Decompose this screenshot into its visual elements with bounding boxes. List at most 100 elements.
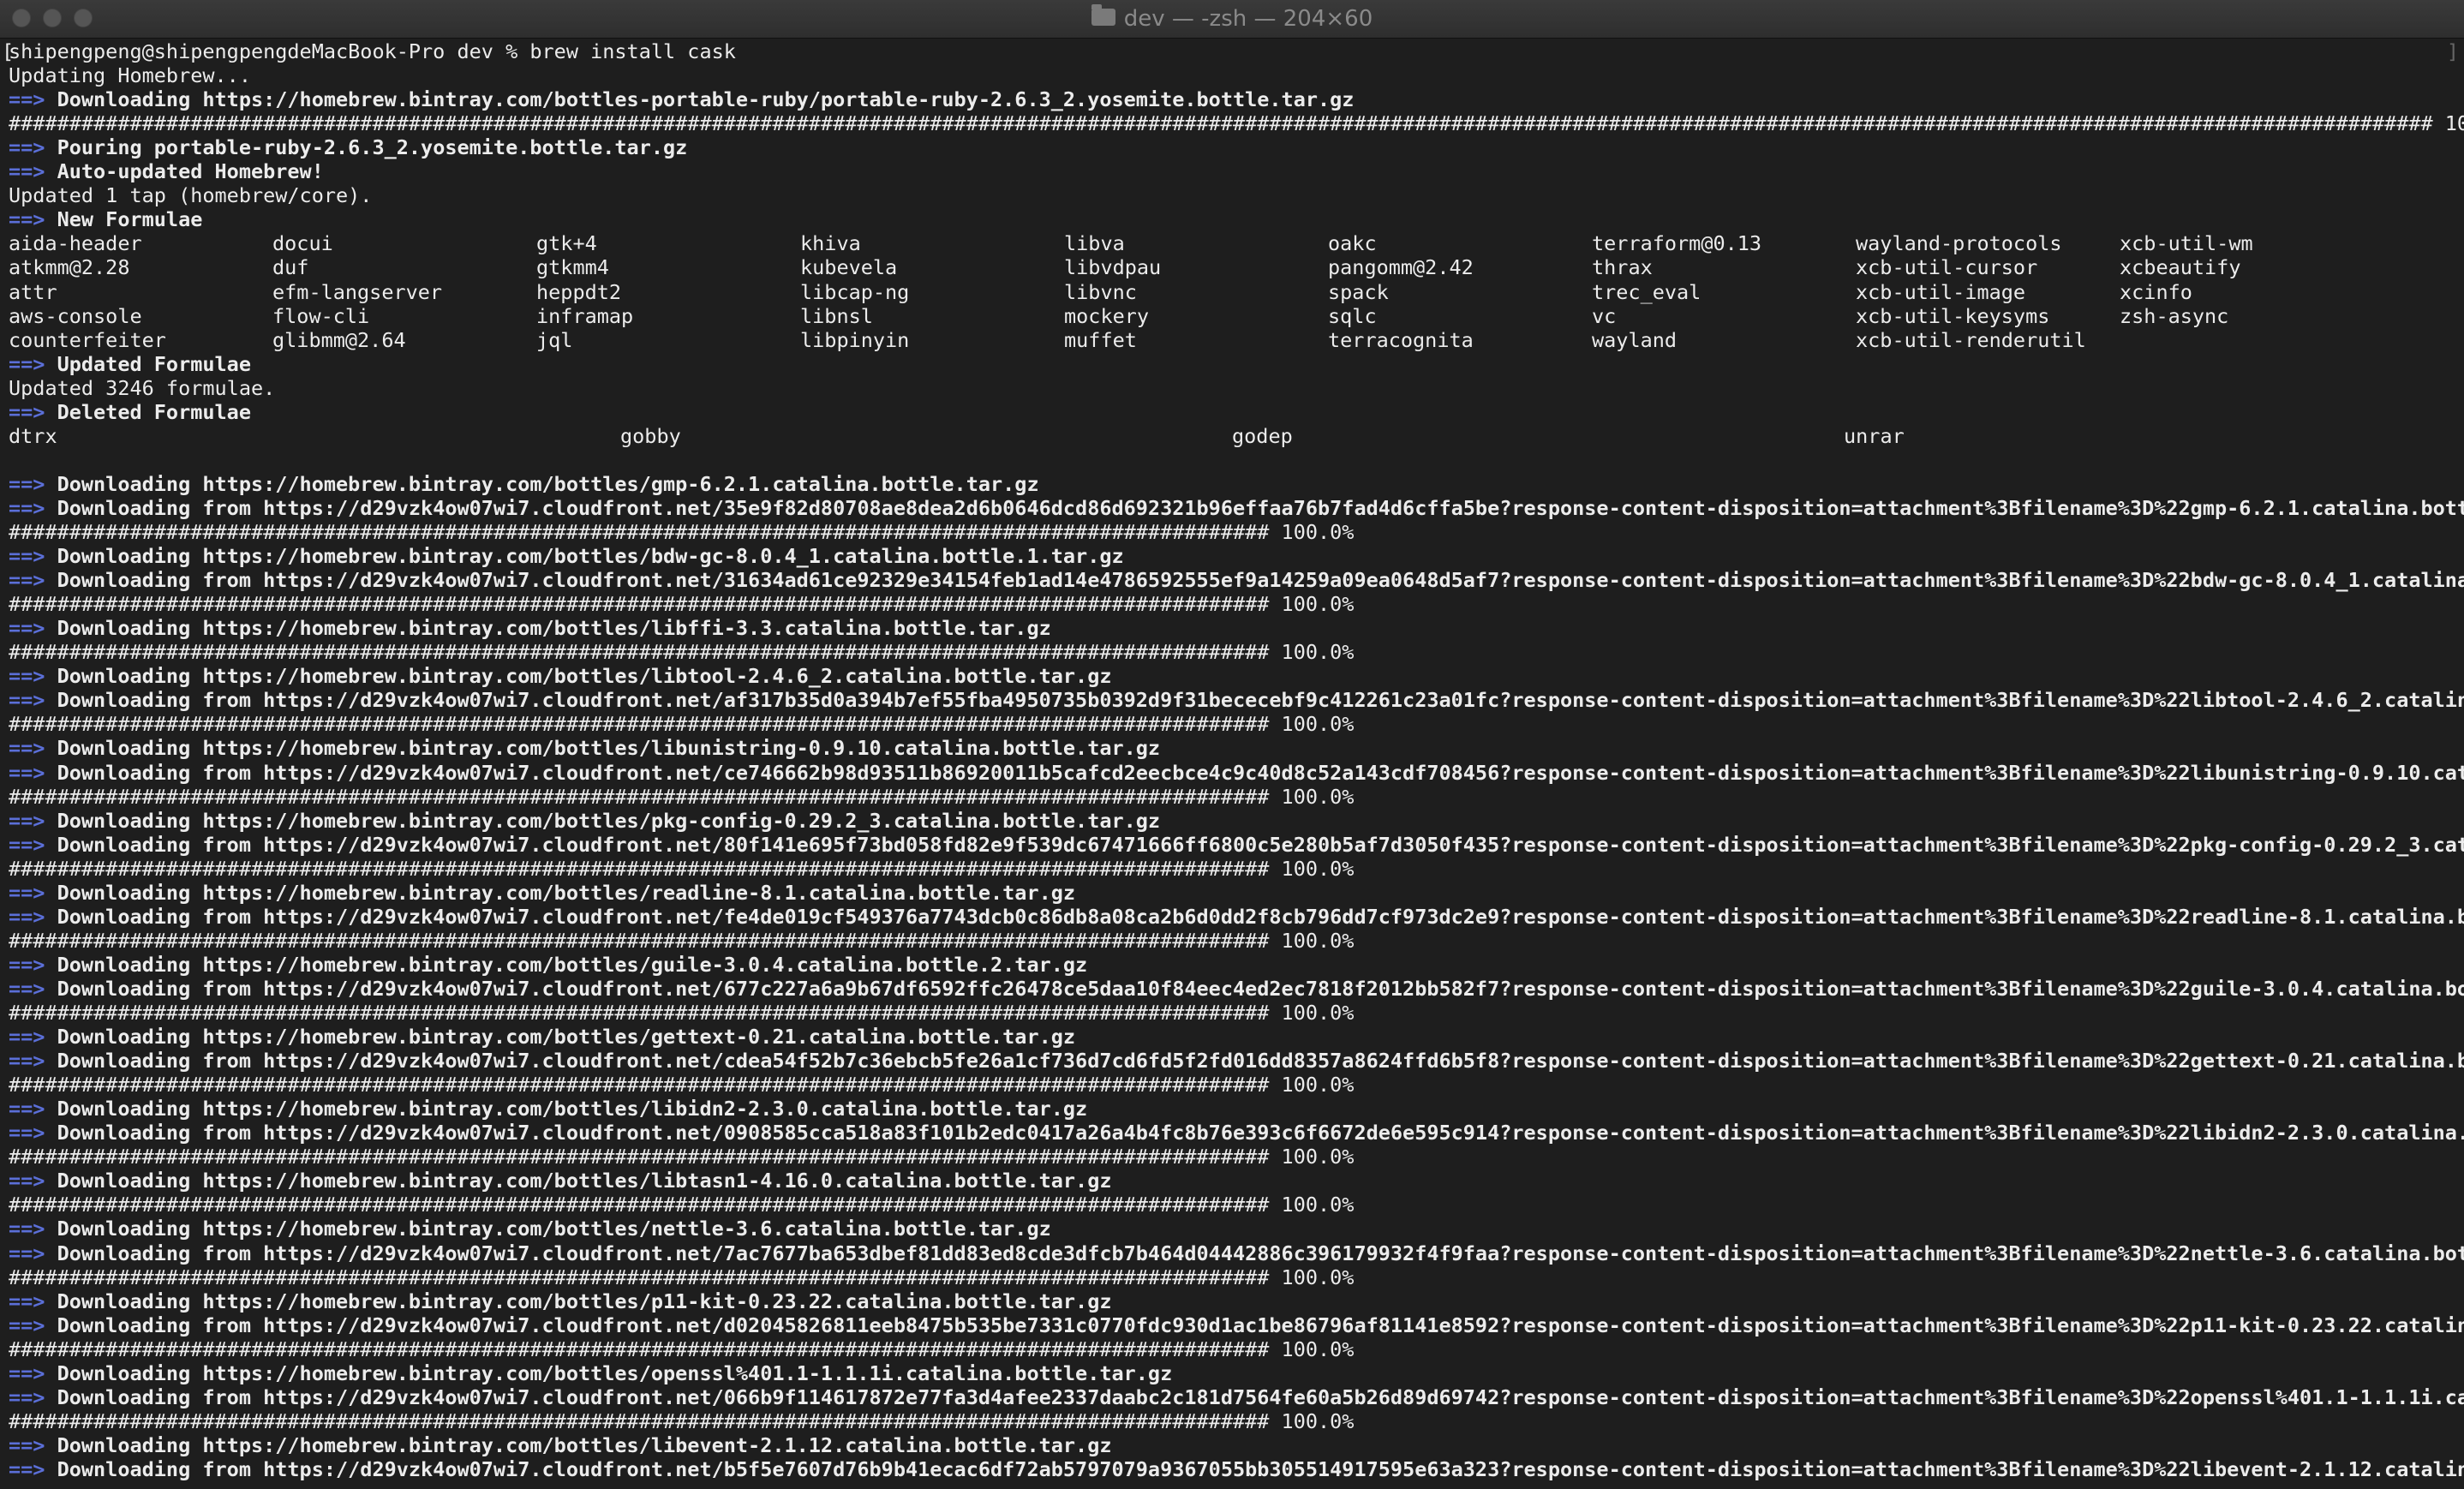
arrow-marker: ==> xyxy=(9,471,57,496)
prompt-command: shipengpeng@shipengpengdeMacBook-Pro dev… xyxy=(9,39,736,63)
formula-name: xcb-util-image xyxy=(1856,279,2026,304)
arrow-marker: ==> xyxy=(9,495,57,520)
log-line: ########################################… xyxy=(9,1265,1354,1289)
log-heading-line: ==> Downloading https://homebrew.bintray… xyxy=(9,87,1354,111)
arrow-marker: ==> xyxy=(9,399,57,424)
terminal-output[interactable]: [shipengpeng@shipengpengdeMacBook-Pro de… xyxy=(0,38,2464,1489)
log-line: ########################################… xyxy=(9,857,1354,881)
formula-name: thrax xyxy=(1592,255,1653,280)
arrow-marker: ==> xyxy=(9,736,57,761)
log-heading-line: ==> Downloading from https://d29vzk4ow07… xyxy=(9,1385,2464,1409)
formula-name: libva xyxy=(1064,231,1125,256)
log-text: Downloading from https://d29vzk4ow07wi7.… xyxy=(57,495,2464,520)
log-heading-line: ==> Downloading from https://d29vzk4ow07… xyxy=(9,905,2464,929)
formula-name: efm-langserver xyxy=(272,279,443,304)
log-heading-line: ==> Downloading from https://d29vzk4ow07… xyxy=(9,496,2464,520)
log-line: ########################################… xyxy=(9,520,1354,544)
arrow-marker: ==> xyxy=(9,1121,57,1145)
log-text: ########################################… xyxy=(9,856,1355,881)
log-text: Downloading https://homebrew.bintray.com… xyxy=(57,952,1088,977)
formula-name: khiva xyxy=(800,231,861,256)
formula-name: xcbeautify xyxy=(2120,255,2241,280)
arrow-marker: ==> xyxy=(9,760,57,785)
log-line: ########################################… xyxy=(9,1145,1354,1169)
log-text: Updated 3246 formulae. xyxy=(9,375,276,400)
arrow-marker: ==> xyxy=(9,135,57,160)
arrow-marker: ==> xyxy=(9,1289,57,1313)
formula-name: oakc xyxy=(1328,231,1377,256)
log-text: Downloading https://homebrew.bintray.com… xyxy=(57,1289,1112,1313)
formula-name: docui xyxy=(272,231,333,256)
arrow-marker: ==> xyxy=(9,207,57,232)
log-text: ########################################… xyxy=(9,1337,1355,1361)
log-heading-line: ==> Downloading from https://d29vzk4ow07… xyxy=(9,1049,2464,1073)
arrow-marker: ==> xyxy=(9,159,57,184)
log-line: ########################################… xyxy=(9,1193,1354,1217)
log-text: ########################################… xyxy=(9,1145,1355,1169)
arrow-marker: ==> xyxy=(9,1049,57,1073)
log-heading-line: ==> Downloading https://homebrew.bintray… xyxy=(9,736,1160,760)
log-text: Auto-updated Homebrew! xyxy=(57,159,324,184)
log-heading-line: ==> Downloading from https://d29vzk4ow07… xyxy=(9,977,2464,1001)
formula-name: xcb-util-cursor xyxy=(1856,255,2038,280)
formula-name: xcinfo xyxy=(2120,279,2192,304)
arrow-marker: ==> xyxy=(9,1169,57,1193)
log-heading-line: ==> Downloading from https://d29vzk4ow07… xyxy=(9,568,2464,592)
formula-name: jql xyxy=(536,327,573,352)
log-heading-line: ==> Downloading https://homebrew.bintray… xyxy=(9,472,1039,496)
log-line: ########################################… xyxy=(9,1073,1354,1097)
arrow-marker: ==> xyxy=(9,1313,57,1337)
log-line: ########################################… xyxy=(9,592,1354,616)
arrow-marker: ==> xyxy=(9,1025,57,1049)
deleted-formula-name: godep xyxy=(1232,423,1293,448)
log-heading-line: ==> Updated Formulae xyxy=(9,352,251,376)
arrow-marker: ==> xyxy=(9,904,57,929)
arrow-marker: ==> xyxy=(9,568,57,593)
log-line: ########################################… xyxy=(9,1001,1354,1025)
log-text: Updated Formulae xyxy=(57,351,251,376)
formula-name: inframap xyxy=(536,303,634,328)
arrow-marker: ==> xyxy=(9,1384,57,1409)
log-text: Downloading https://homebrew.bintray.com… xyxy=(57,1217,1051,1241)
log-line: ########################################… xyxy=(9,640,1354,664)
log-text: Deleted Formulae xyxy=(57,399,251,424)
log-text: Downloading https://homebrew.bintray.com… xyxy=(57,1169,1112,1193)
log-heading-line: ==> Downloading https://homebrew.bintray… xyxy=(9,1361,1172,1385)
formula-name: attr xyxy=(9,279,57,304)
log-heading-line: ==> Downloading https://homebrew.bintray… xyxy=(9,664,1112,688)
formula-name: xcb-util-wm xyxy=(2120,231,2253,256)
window-title-text: dev — -zsh — 204×60 xyxy=(1123,6,1373,32)
log-text: Updated 1 tap (homebrew/core). xyxy=(9,183,373,208)
title-bar[interactable]: dev — -zsh — 204×60 xyxy=(0,0,2464,39)
formula-name: xcb-util-keysyms xyxy=(1856,303,2050,328)
log-text: Downloading https://homebrew.bintray.com… xyxy=(57,664,1112,689)
arrow-marker: ==> xyxy=(9,616,57,641)
log-heading-line: ==> Auto-updated Homebrew! xyxy=(9,159,324,183)
formula-name: duf xyxy=(272,255,309,280)
arrow-marker: ==> xyxy=(9,544,57,569)
log-heading-line: ==> New Formulae xyxy=(9,207,202,231)
log-text: Downloading https://homebrew.bintray.com… xyxy=(57,808,1161,833)
log-text: Downloading from https://d29vzk4ow07wi7.… xyxy=(57,832,2464,857)
terminal-window: dev — -zsh — 204×60 [shipengpeng@shipeng… xyxy=(0,0,2464,1489)
log-heading-line: ==> Downloading https://homebrew.bintray… xyxy=(9,809,1160,833)
log-text: ########################################… xyxy=(9,1193,1355,1217)
formula-name: zsh-async xyxy=(2120,303,2229,328)
log-heading-line: ==> Downloading https://homebrew.bintray… xyxy=(9,1433,1112,1457)
log-heading-line: ==> Pouring portable-ruby-2.6.3_2.yosemi… xyxy=(9,135,687,159)
log-text: Downloading https://homebrew.bintray.com… xyxy=(57,1360,1173,1385)
formula-name: flow-cli xyxy=(272,303,370,328)
log-text: Downloading https://homebrew.bintray.com… xyxy=(57,1097,1088,1121)
formula-name: aws-console xyxy=(9,303,142,328)
formula-name: vc xyxy=(1592,303,1617,328)
log-text: Downloading from https://d29vzk4ow07wi7.… xyxy=(57,904,2464,929)
log-text: Downloading https://homebrew.bintray.com… xyxy=(57,87,1355,112)
formula-name: wayland xyxy=(1592,327,1678,352)
arrow-marker: ==> xyxy=(9,1217,57,1241)
arrow-marker: ==> xyxy=(9,351,57,376)
log-text: Downloading https://homebrew.bintray.com… xyxy=(57,616,1051,641)
deleted-formula-name: unrar xyxy=(1844,423,1905,448)
log-text: ########################################… xyxy=(9,1001,1355,1025)
log-heading-line: ==> Deleted Formulae xyxy=(9,400,251,424)
log-line: ########################################… xyxy=(9,929,1354,953)
